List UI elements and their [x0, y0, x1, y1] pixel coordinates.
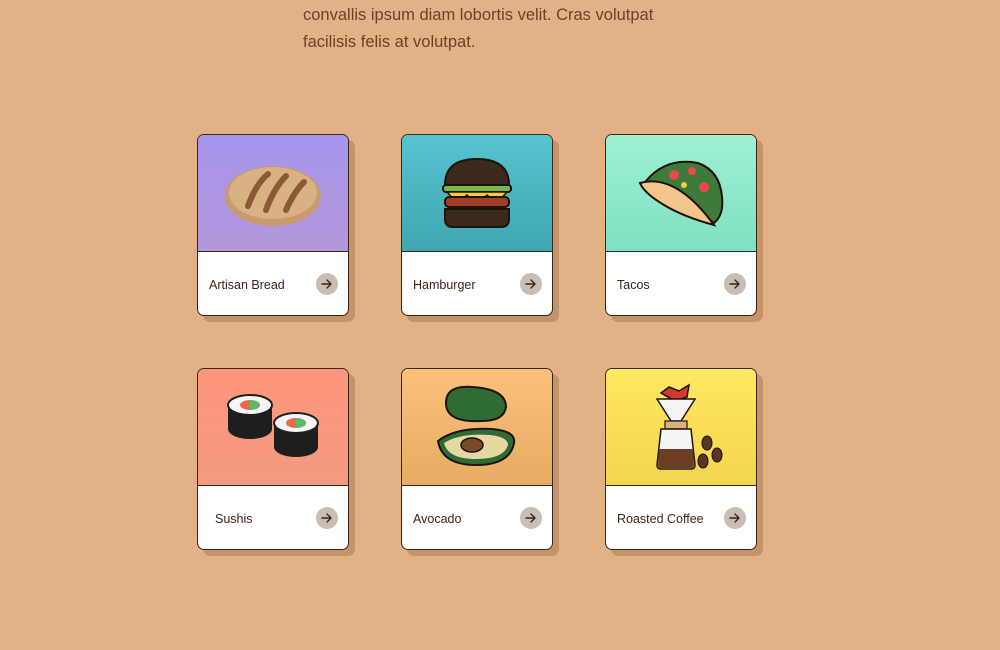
card-label: Roasted Coffee — [617, 512, 704, 526]
bread-icon — [225, 166, 321, 226]
card-roasted-coffee[interactable]: Roasted Coffee — [605, 368, 757, 550]
card-label: Hamburger — [413, 278, 476, 292]
card-avocado[interactable]: Avocado — [401, 368, 553, 550]
hamburger-icon — [442, 157, 512, 228]
card-label: Tacos — [617, 278, 650, 292]
avocado-icon — [436, 385, 516, 467]
card-artisan-bread[interactable]: Artisan Bread — [197, 134, 349, 316]
intro-paragraph: convallis ipsum diam lobortis velit. Cra… — [303, 2, 723, 56]
card-image — [198, 135, 348, 252]
card-image — [402, 135, 552, 252]
card-image — [402, 369, 552, 486]
card-label: Avocado — [413, 512, 462, 526]
card-hamburger[interactable]: Hamburger — [401, 134, 553, 316]
card-tacos[interactable]: Tacos — [605, 134, 757, 316]
arrow-right-icon[interactable] — [316, 273, 338, 295]
arrow-right-icon[interactable] — [724, 507, 746, 529]
intro-line-1: convallis ipsum diam lobortis velit. Cra… — [303, 6, 654, 24]
arrow-right-icon[interactable] — [316, 507, 338, 529]
card-sushis[interactable]: Sushis — [197, 368, 349, 550]
arrow-right-icon[interactable] — [520, 273, 542, 295]
card-image — [606, 369, 756, 486]
coffee-icon — [655, 383, 723, 470]
arrow-right-icon[interactable] — [724, 273, 746, 295]
card-image — [198, 369, 348, 486]
arrow-right-icon[interactable] — [520, 507, 542, 529]
sushi-icon — [227, 394, 319, 457]
card-label: Artisan Bread — [209, 278, 285, 292]
card-image — [606, 135, 756, 252]
card-label: Sushis — [215, 512, 253, 526]
taco-icon — [638, 160, 724, 227]
intro-line-2: facilisis felis at volutpat. — [303, 33, 476, 51]
